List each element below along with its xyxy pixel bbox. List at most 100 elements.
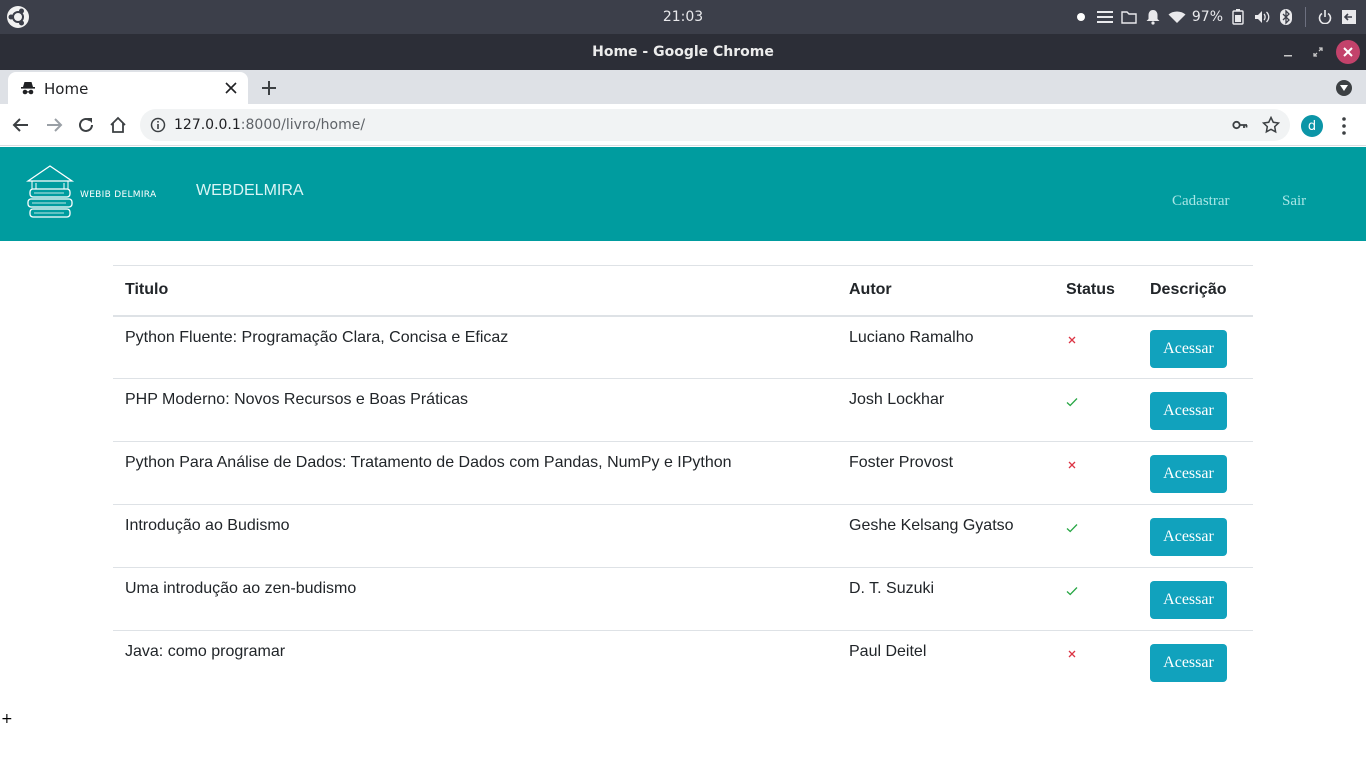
table-row: PHP Moderno: Novos Recursos e Boas Práti… (113, 378, 1253, 442)
book-author: Foster Provost (837, 441, 1054, 505)
tab-home[interactable]: Home (8, 72, 248, 104)
forward-arrow-icon (47, 118, 63, 132)
book-status (1054, 315, 1138, 379)
check-icon (1066, 398, 1078, 407)
crosshair-cursor: + (1, 711, 13, 727)
book-description-cell: Acessar (1138, 631, 1253, 694)
window-title-bar: Home - Google Chrome (0, 34, 1366, 70)
book-status (1054, 378, 1138, 442)
tab-search-button[interactable] (1336, 80, 1352, 96)
site-header: WEBIB DELMIRA WEBDELMIRA Cadastrar Sair (0, 147, 1366, 241)
browser-toolbar: 127.0.0.1:8000/livro/home/ d (0, 104, 1366, 146)
book-description-cell: Acessar (1138, 441, 1253, 505)
bookmark-star-icon[interactable] (1262, 116, 1280, 134)
cross-icon (1068, 650, 1076, 658)
back-button[interactable] (10, 114, 32, 136)
close-window-button[interactable] (1336, 40, 1360, 64)
bell-icon[interactable] (1144, 8, 1162, 26)
address-bar[interactable]: 127.0.0.1:8000/livro/home/ (140, 109, 1290, 141)
table-row: Introdução ao Budismo Geshe Kelsang Gyats… (113, 504, 1253, 568)
chevron-down-icon (1340, 85, 1348, 91)
system-tray: 97% (1072, 0, 1358, 34)
wifi-icon[interactable] (1168, 8, 1186, 26)
battery-percentage[interactable]: 97% (1192, 9, 1223, 25)
url-path: :8000/livro/home/ (240, 117, 366, 133)
home-icon (110, 116, 126, 133)
minimize-button[interactable] (1278, 42, 1298, 62)
reload-icon (79, 117, 93, 132)
table-row: Python Fluente: Programação Clara, Conci… (113, 315, 1253, 379)
incognito-icon (21, 82, 35, 95)
cross-icon (1068, 461, 1076, 469)
page-content: WEBIB DELMIRA WEBDELMIRA Cadastrar Sair … (0, 147, 1366, 768)
column-header-autor: Autor (837, 265, 1054, 317)
book-author: D. T. Suzuki (837, 567, 1054, 631)
table-body: Python Fluente: Programação Clara, Conci… (113, 315, 1253, 694)
acessar-button[interactable]: Acessar (1150, 644, 1227, 682)
book-title: Introdução ao Budismo (113, 504, 837, 568)
book-description-cell: Acessar (1138, 504, 1253, 568)
column-header-descricao: Descrição (1138, 265, 1253, 317)
table-row: Python Para Análise de Dados: Tratamento… (113, 441, 1253, 505)
library-logo-icon (25, 165, 75, 218)
power-icon[interactable] (1316, 8, 1334, 26)
tab-strip: Home (0, 70, 1366, 104)
nav-cadastrar-link[interactable]: Cadastrar (1172, 193, 1229, 210)
table-row: Uma introdução ao zen-budismo D. T. Suzuk… (113, 567, 1253, 631)
bluetooth-icon[interactable] (1277, 8, 1295, 26)
book-author: Luciano Ramalho (837, 315, 1054, 379)
acessar-button[interactable]: Acessar (1150, 455, 1227, 493)
forward-button[interactable] (43, 114, 65, 136)
book-description-cell: Acessar (1138, 378, 1253, 442)
book-status (1054, 441, 1138, 505)
book-status (1054, 504, 1138, 568)
tray-separator (1305, 7, 1306, 27)
battery-icon[interactable] (1229, 8, 1247, 26)
home-button[interactable] (107, 114, 129, 136)
reload-button[interactable] (75, 114, 97, 136)
acessar-button[interactable]: Acessar (1150, 518, 1227, 556)
book-title: Python Para Análise de Dados: Tratamento… (113, 441, 837, 505)
profile-avatar[interactable]: d (1301, 115, 1323, 137)
close-icon (1343, 47, 1353, 57)
exit-icon[interactable] (1340, 8, 1358, 26)
maximize-button[interactable] (1308, 42, 1328, 62)
tab-label: Home (44, 80, 89, 98)
back-arrow-icon (12, 118, 28, 132)
book-author: Paul Deitel (849, 643, 927, 660)
column-header-status: Status (1054, 265, 1138, 317)
folder-icon[interactable] (1120, 8, 1138, 26)
logo-text: WEBIB DELMIRA (80, 190, 157, 200)
column-header-titulo: Titulo (113, 265, 837, 317)
book-author: Geshe Kelsang Gyatso (837, 504, 1054, 568)
new-tab-icon[interactable] (260, 79, 278, 97)
volume-icon[interactable] (1253, 8, 1271, 26)
acessar-button[interactable]: Acessar (1150, 329, 1227, 368)
book-author: Josh Lockhar (837, 378, 1054, 442)
dot-icon[interactable] (1072, 8, 1090, 26)
check-icon (1066, 524, 1078, 533)
kebab-menu-icon[interactable] (1335, 115, 1353, 137)
cross-icon (1068, 336, 1076, 343)
site-logo[interactable]: WEBIB DELMIRA (25, 163, 166, 223)
os-top-bar: 21:03 97% (0, 0, 1366, 34)
window-title: Home - Google Chrome (592, 44, 774, 60)
book-title: Java: como programar (125, 643, 286, 660)
url-host: 127.0.0.1 (174, 117, 241, 133)
acessar-button[interactable]: Acessar (1150, 581, 1227, 619)
table-header-row: Titulo Autor Status Descrição (113, 265, 1253, 317)
url-text[interactable]: 127.0.0.1:8000/livro/home/ (174, 117, 365, 133)
tab-close-icon[interactable] (224, 81, 238, 95)
key-icon[interactable] (1232, 117, 1248, 133)
menu-icon[interactable] (1096, 8, 1114, 26)
minimize-icon (1284, 55, 1292, 57)
table-row: Java: como programar Paul Deitel Acessar (113, 631, 1253, 694)
book-description-cell: Acessar (1138, 567, 1253, 631)
book-description-cell: Acessar (1138, 315, 1253, 379)
info-icon[interactable] (150, 117, 166, 133)
acessar-button[interactable]: Acessar (1150, 392, 1227, 430)
brand-name[interactable]: WEBDELMIRA (196, 182, 304, 200)
nav-sair-link[interactable]: Sair (1282, 193, 1306, 210)
book-status (1054, 631, 1138, 694)
book-title: Python Fluente: Programação Clara, Conci… (113, 315, 837, 379)
